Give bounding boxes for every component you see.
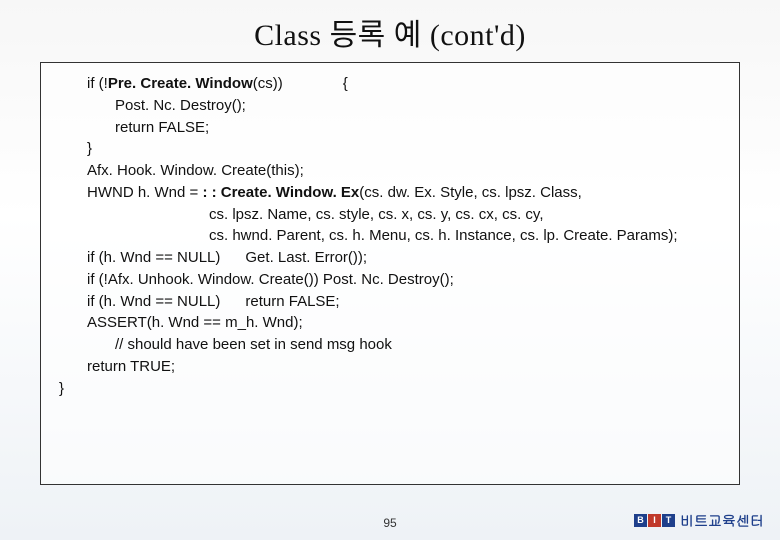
logo-letter-i: I	[648, 514, 661, 527]
code-line: if (!Afx. Unhook. Window. Create()) Post…	[59, 269, 725, 291]
code-line: return FALSE;	[59, 117, 725, 139]
code-box: if (!Pre. Create. Window(cs)) { Post. Nc.…	[40, 62, 740, 485]
code-line: HWND h. Wnd = : : Create. Window. Ex(cs.…	[59, 182, 725, 204]
footer-brand: B I T 비트교육센터	[634, 510, 764, 530]
slide: Class 등록 예 (cont'd) if (!Pre. Create. Wi…	[0, 0, 780, 540]
code-line: if (h. Wnd == NULL) return FALSE;	[59, 291, 725, 313]
code-line: if (h. Wnd == NULL) Get. Last. Error());	[59, 247, 725, 269]
code-line: Afx. Hook. Window. Create(this);	[59, 160, 725, 182]
code-line: return TRUE;	[59, 356, 725, 378]
code-bold: Pre. Create. Window	[108, 75, 253, 92]
code-text: if (!	[87, 75, 108, 92]
logo-letter-t: T	[662, 514, 675, 527]
slide-title: Class 등록 예 (cont'd)	[0, 0, 780, 60]
code-text: (cs))	[253, 75, 283, 92]
code-line: if (!Pre. Create. Window(cs)) {	[59, 73, 725, 95]
bit-logo-icon: B I T	[634, 514, 675, 527]
code-line: }	[59, 378, 725, 400]
code-line: cs. hwnd. Parent, cs. h. Menu, cs. h. In…	[59, 225, 725, 247]
code-line: }	[59, 138, 725, 160]
brand-text: 비트교육센터	[680, 510, 764, 530]
logo-letter-b: B	[634, 514, 647, 527]
code-text: (cs. dw. Ex. Style, cs. lpsz. Class,	[359, 184, 582, 201]
code-line: // should have been set in send msg hook	[59, 334, 725, 356]
code-line: ASSERT(h. Wnd == m_h. Wnd);	[59, 312, 725, 334]
code-bold: : : Create. Window. Ex	[202, 184, 359, 201]
code-text: HWND h. Wnd =	[87, 184, 202, 201]
code-text: {	[343, 75, 348, 92]
code-line: Post. Nc. Destroy();	[59, 95, 725, 117]
code-line: cs. lpsz. Name, cs. style, cs. x, cs. y,…	[59, 204, 725, 226]
